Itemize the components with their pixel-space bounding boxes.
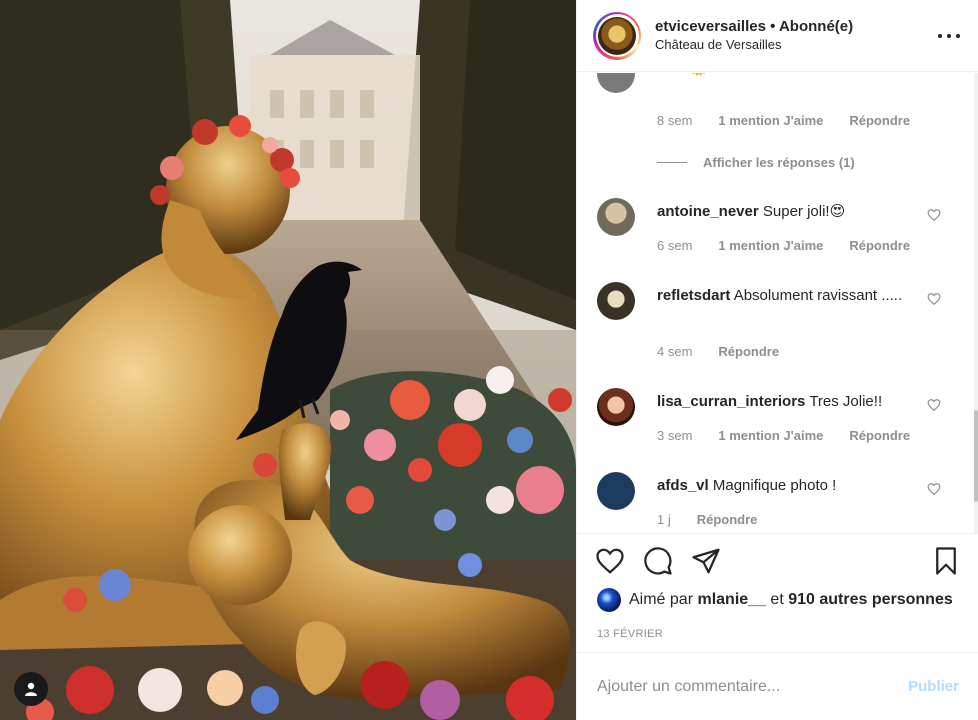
commenter-avatar[interactable] bbox=[597, 388, 635, 426]
liker-avatar[interactable] bbox=[597, 588, 621, 612]
bookmark-icon[interactable] bbox=[931, 546, 961, 576]
comment-text: Super joli!😍 bbox=[762, 203, 846, 220]
comment-text: hola 🌞 bbox=[657, 73, 927, 81]
post-side-panel: etviceversailles • Abonné(e) Château de … bbox=[576, 0, 978, 720]
add-comment-bar: Publier bbox=[577, 652, 978, 720]
comment-username[interactable]: afds_vl bbox=[657, 477, 709, 494]
comments-list: hola 🌞 8 sem 1 mention J'aime Répondre A… bbox=[577, 73, 977, 533]
comment-heart-icon[interactable] bbox=[927, 208, 941, 222]
follow-status[interactable]: Abonné(e) bbox=[779, 18, 853, 35]
photo-image bbox=[0, 0, 576, 720]
comment-item: hola 🌞 8 sem 1 mention J'aime Répondre bbox=[597, 73, 961, 135]
comment-likes[interactable]: 1 mention J'aime bbox=[718, 238, 823, 253]
reply-button[interactable]: Répondre bbox=[718, 344, 779, 359]
post-location[interactable]: Château de Versailles bbox=[655, 37, 853, 53]
comment-username[interactable]: antoine_never bbox=[657, 203, 759, 220]
likes-prefix: Aimé par bbox=[629, 591, 694, 608]
comment-item: afds_vl Magnifique photo ! 1 j Répondre bbox=[597, 472, 961, 533]
comment-item: refletsdart Absolument ravissant ..... 4… bbox=[597, 282, 961, 362]
heart-icon[interactable] bbox=[595, 546, 625, 576]
likes-conjunction: et bbox=[770, 591, 784, 608]
author-avatar[interactable] bbox=[593, 11, 641, 60]
more-options-icon[interactable] bbox=[938, 30, 960, 42]
comment-time[interactable]: 8 sem bbox=[657, 113, 692, 128]
liker-username[interactable]: mlanie__ bbox=[697, 591, 765, 609]
comment-text: Magnifique photo ! bbox=[712, 477, 837, 494]
header-separator: • bbox=[765, 18, 779, 36]
comment-likes[interactable]: 1 mention J'aime bbox=[718, 113, 823, 128]
comment-item: antoine_never Super joli!😍 6 sem 1 menti… bbox=[597, 198, 961, 268]
comment-time[interactable]: 4 sem bbox=[657, 344, 692, 359]
commenter-avatar[interactable] bbox=[597, 198, 635, 236]
share-icon[interactable] bbox=[691, 546, 721, 576]
comment-text: Absolument ravissant ..... bbox=[733, 287, 903, 304]
comment-heart-icon[interactable] bbox=[927, 292, 941, 306]
comment-heart-icon[interactable] bbox=[927, 482, 941, 496]
comment-input[interactable] bbox=[597, 677, 909, 696]
user-tag-button[interactable] bbox=[14, 672, 48, 706]
reply-button[interactable]: Répondre bbox=[849, 238, 910, 253]
likes-summary: Aimé par mlanie__ et 910 autres personne… bbox=[597, 588, 953, 612]
comment-time[interactable]: 3 sem bbox=[657, 428, 692, 443]
user-tag-icon bbox=[25, 682, 37, 696]
show-replies-button[interactable]: Afficher les réponses (1) bbox=[657, 155, 855, 170]
reply-button[interactable]: Répondre bbox=[697, 512, 758, 527]
commenter-avatar[interactable] bbox=[597, 282, 635, 320]
commenter-avatar[interactable] bbox=[597, 73, 635, 93]
comment-heart-icon[interactable] bbox=[927, 398, 941, 412]
commenter-avatar[interactable] bbox=[597, 472, 635, 510]
reply-button[interactable]: Répondre bbox=[849, 428, 910, 443]
reply-button[interactable]: Répondre bbox=[849, 113, 910, 128]
comment-username[interactable]: refletsdart bbox=[657, 287, 730, 304]
comment-time[interactable]: 1 j bbox=[657, 512, 671, 527]
likes-others[interactable]: 910 autres personnes bbox=[788, 591, 953, 609]
comment-username[interactable]: lisa_curran_interiors bbox=[657, 393, 805, 410]
publish-button[interactable]: Publier bbox=[908, 678, 959, 695]
comment-text: Tres Jolie!! bbox=[809, 393, 883, 410]
comments-scroll-thumb[interactable] bbox=[974, 410, 978, 502]
comment-item: lisa_curran_interiors Tres Jolie!! 3 sem… bbox=[597, 388, 961, 458]
post-photo[interactable] bbox=[0, 0, 576, 720]
comment-likes[interactable]: 1 mention J'aime bbox=[718, 428, 823, 443]
post-date[interactable]: 13 FÉVRIER bbox=[597, 628, 663, 640]
show-replies-label: Afficher les réponses (1) bbox=[703, 155, 855, 170]
post-header: etviceversailles • Abonné(e) Château de … bbox=[577, 0, 978, 72]
author-username[interactable]: etviceversailles bbox=[655, 18, 766, 35]
post-actions: Aimé par mlanie__ et 910 autres personne… bbox=[577, 533, 978, 640]
comment-icon[interactable] bbox=[643, 546, 673, 576]
comment-time[interactable]: 6 sem bbox=[657, 238, 692, 253]
